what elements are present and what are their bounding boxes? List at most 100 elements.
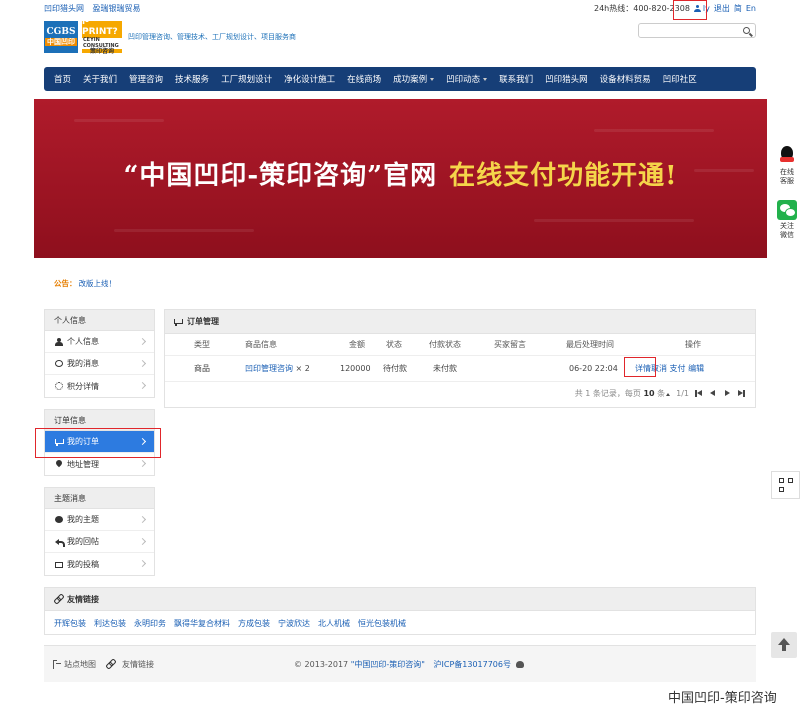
sidebar-topics: 主题消息 我的主题 我的回帖 我的投稿	[44, 487, 155, 576]
highlight-my-orders	[35, 428, 161, 458]
sidebar-item-profile[interactable]: 个人信息	[45, 331, 154, 353]
banner-title: “中国凹印-策印咨询”官网 在线支付功能开通!	[123, 161, 678, 191]
search-icon[interactable]	[743, 27, 750, 34]
chat-icon	[55, 360, 63, 367]
table-row: 商品 凹印管理咨询 × 2 120000 待付款 未付款 06-20 22:04…	[165, 356, 755, 382]
pagination-summary: 共 1 条记录，每页 10 条	[575, 388, 671, 399]
order-management-panel: 订单管理 类型 商品信息 金额 状态 付款状态 买家留言 最后处理时间 操作 商…	[164, 309, 756, 408]
cell-time: 06-20 22:04	[569, 364, 618, 373]
nav-item-3[interactable]: 技术服务	[169, 67, 215, 91]
nav-item-4[interactable]: 工厂规划设计	[215, 67, 278, 91]
nav-item-2[interactable]: 管理咨询	[123, 67, 169, 91]
sitemap-link[interactable]: 站点地图	[53, 659, 96, 670]
link-icon	[106, 660, 115, 668]
product-link[interactable]: 凹印管理咨询	[245, 364, 293, 373]
top-links: 凹印猎头网 盈瑞银瑞贸易	[44, 3, 147, 14]
sidebar-item-my-topics[interactable]: 我的主题	[45, 509, 154, 531]
cell-type: 商品	[194, 364, 210, 373]
friend-link-4[interactable]: 方成包装	[238, 618, 270, 629]
sitemap-icon	[53, 660, 61, 669]
police-badge-icon	[515, 660, 524, 668]
friend-link-5[interactable]: 宁波欣达	[278, 618, 310, 629]
nav-item-8[interactable]: 凹印动态	[440, 67, 493, 91]
logout-link[interactable]: 退出	[714, 3, 730, 14]
envelope-icon	[55, 562, 63, 568]
sidebar-item-messages[interactable]: 我的消息	[45, 353, 154, 375]
wechat-follow[interactable]: 关注 微信	[774, 200, 800, 240]
friend-link-6[interactable]: 北人机械	[318, 618, 350, 629]
first-page-icon[interactable]	[695, 390, 703, 398]
site-logo[interactable]: CGBS 中国凹印 i-PRINT? CEYIN CONSULTING 策印咨询…	[44, 17, 296, 55]
col-amount: 金额	[349, 340, 365, 349]
friend-link-3[interactable]: 飘得华复合材料	[174, 618, 230, 629]
qr-code-button[interactable]	[771, 471, 800, 499]
sidebar-item-my-replies[interactable]: 我的回帖	[45, 531, 154, 553]
col-message: 买家留言	[494, 340, 526, 349]
announcement: 公告： 改版上线！	[54, 279, 117, 288]
nav-item-9[interactable]: 联系我们	[493, 67, 539, 91]
logo-iprint: i-PRINT? CEYIN CONSULTING 策印咨询	[82, 17, 122, 55]
icp-link[interactable]: 沪ICP备13017706号	[434, 660, 512, 669]
highlight-user	[673, 0, 707, 20]
prev-page-icon[interactable]	[709, 390, 717, 398]
cell-product: 凹印管理咨询 × 2	[245, 364, 310, 373]
nav-item-12[interactable]: 凹印社区	[657, 67, 703, 91]
friend-link-0[interactable]: 开辉包装	[54, 618, 86, 629]
comment-icon	[55, 516, 63, 523]
nav-item-0[interactable]: 首页	[48, 67, 77, 91]
friend-link-1[interactable]: 利达包装	[94, 618, 126, 629]
sidebar-item-my-submissions[interactable]: 我的投稿	[45, 553, 154, 575]
caret-up-icon	[666, 393, 671, 396]
nav-item-5[interactable]: 净化设计施工	[278, 67, 341, 91]
qr-code-icon	[778, 478, 793, 492]
chevron-right-icon	[138, 515, 147, 524]
edit-link[interactable]: 编辑	[688, 364, 704, 373]
cell-status: 待付款	[383, 364, 407, 373]
friend-link-7[interactable]: 恒光包装机械	[358, 618, 406, 629]
hero-banner[interactable]: “中国凹印-策印咨询”官网 在线支付功能开通!	[34, 99, 767, 258]
top-link-headhunt[interactable]: 凹印猎头网	[44, 4, 84, 13]
lang-simplified[interactable]: 简	[734, 3, 742, 14]
friend-link-2[interactable]: 永明印务	[134, 618, 166, 629]
nav-item-10[interactable]: 凹印猎头网	[539, 67, 594, 91]
footer-friend-links[interactable]: 友情链接	[106, 659, 154, 670]
pay-link[interactable]: 支付	[670, 364, 686, 373]
brand-link[interactable]: "中国凹印-策印咨询"	[351, 660, 425, 669]
last-page-icon[interactable]	[737, 390, 745, 398]
chevron-right-icon	[138, 381, 147, 390]
top-link-trade[interactable]: 盈瑞银瑞贸易	[93, 4, 141, 13]
cell-amount: 120000	[340, 364, 371, 373]
nav-item-11[interactable]: 设备材料贸易	[594, 67, 657, 91]
back-to-top-button[interactable]	[771, 632, 797, 658]
search-input[interactable]	[639, 24, 739, 37]
col-pay-status: 付款状态	[429, 340, 461, 349]
footer: 站点地图 友情链接 © 2013-2017 "中国凹印-策印咨询" 沪ICP备1…	[44, 645, 756, 682]
watermark: 中国凹印-策印咨询	[668, 691, 777, 706]
announcement-link[interactable]: 改版上线！	[79, 279, 117, 288]
chevron-right-icon	[138, 559, 147, 568]
main-nav: 首页 关于我们 管理咨询 技术服务 工厂规划设计 净化设计施工 在线商场 成功案例 凹印动态 联系…	[44, 67, 756, 91]
caret-down-icon	[483, 77, 488, 81]
highlight-details	[624, 357, 656, 377]
friend-links-list: 开辉包装 利达包装 永明印务 飘得华复合材料 方成包装 宁波欣达 北人机械 恒光包装机械	[45, 611, 755, 636]
col-product: 商品信息	[245, 340, 277, 349]
table-header: 类型 商品信息 金额 状态 付款状态 买家留言 最后处理时间 操作	[165, 334, 755, 356]
wechat-icon	[777, 200, 797, 220]
col-actions: 操作	[685, 340, 701, 349]
nav-item-7[interactable]: 成功案例	[387, 67, 440, 91]
logo-cgbs: CGBS 中国凹印	[44, 21, 78, 53]
per-page-select[interactable]: 10	[643, 389, 654, 398]
lang-english[interactable]: En	[746, 4, 756, 13]
next-page-icon[interactable]	[723, 390, 731, 398]
sidebar-personal-title: 个人信息	[45, 310, 154, 331]
nav-item-1[interactable]: 关于我们	[77, 67, 123, 91]
sidebar-item-points[interactable]: 积分详情	[45, 375, 154, 397]
user-icon	[55, 337, 63, 346]
nav-item-6[interactable]: 在线商场	[341, 67, 387, 91]
qq-service[interactable]: 在线 客服	[774, 146, 800, 186]
col-status: 状态	[386, 340, 402, 349]
map-pin-icon	[55, 460, 63, 468]
sidebar-personal: 个人信息 个人信息 我的消息 积分详情	[44, 309, 155, 398]
chevron-right-icon	[138, 337, 147, 346]
reply-icon	[55, 538, 65, 547]
